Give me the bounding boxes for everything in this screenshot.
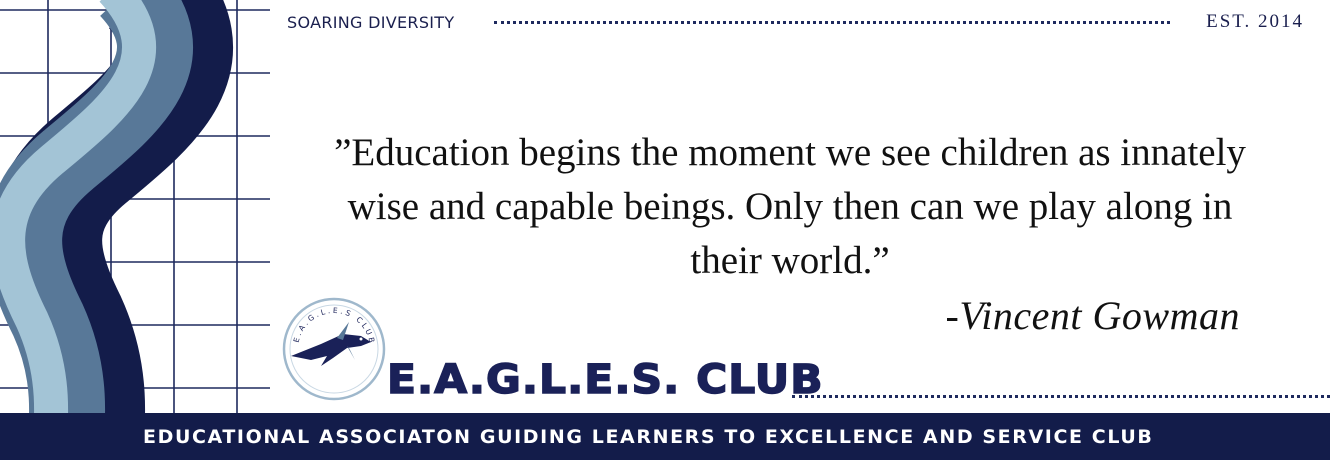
club-full-name: EDUCATIONAL ASSOCIATON GUIDING LEARNERS … (143, 426, 1154, 448)
quote-author: -Vincent Gowman (945, 293, 1240, 338)
established-label: EST. 2014 (1206, 11, 1304, 32)
title-dotted-rule (792, 395, 1330, 398)
banner-canvas: SOARING DIVERSITY EST. 2014 ”Education b… (0, 0, 1330, 460)
quote-text: ”Education begins the moment we see chil… (334, 131, 1246, 282)
wave-grid-decoration (0, 0, 270, 460)
top-dotted-rule (494, 21, 1170, 24)
tagline: SOARING DIVERSITY (287, 13, 455, 32)
eagles-club-logo: E.A.G.L.E.S CLUB (282, 297, 386, 401)
club-title: E.A.G.L.E.S. CLUB (386, 356, 824, 404)
